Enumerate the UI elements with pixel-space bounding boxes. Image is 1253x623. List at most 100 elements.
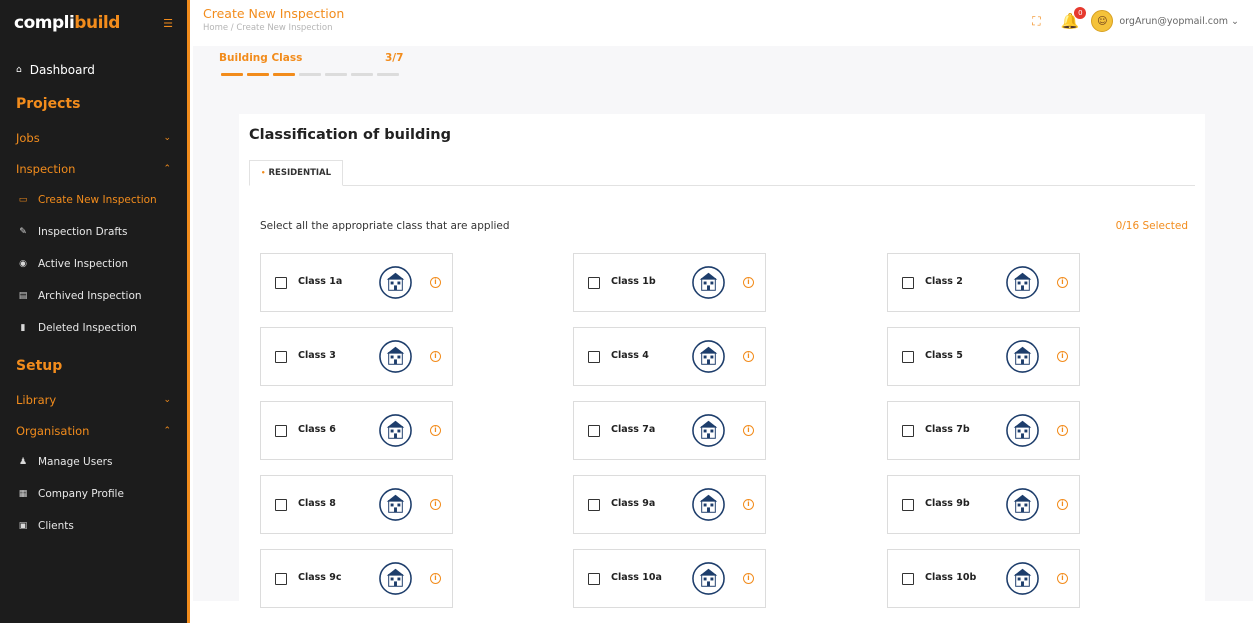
class-checkbox[interactable] xyxy=(902,573,914,585)
info-icon[interactable]: i xyxy=(1057,573,1068,584)
garage-icon xyxy=(691,561,726,596)
class-checkbox[interactable] xyxy=(275,277,287,289)
sidebar-item-label: Clients xyxy=(38,520,74,532)
class-option[interactable]: Class 9a i xyxy=(573,475,766,534)
class-option[interactable]: Class 9b i xyxy=(887,475,1080,534)
class-option[interactable]: Class 9c i xyxy=(260,549,453,608)
menu-toggle-icon[interactable]: ☰ xyxy=(163,17,173,30)
class-option[interactable]: Class 3 i xyxy=(260,327,453,386)
home-icon: ⌂ xyxy=(16,65,22,75)
class-checkbox[interactable] xyxy=(588,351,600,363)
warehouse-icon xyxy=(1005,413,1040,448)
class-label: Class 3 xyxy=(298,350,336,361)
sidebar-item-inspection[interactable]: ▭ Create New Inspection xyxy=(0,184,187,216)
class-checkbox[interactable] xyxy=(275,351,287,363)
class-checkbox[interactable] xyxy=(275,425,287,437)
class-option[interactable]: Class 10a i xyxy=(573,549,766,608)
archive-icon: ▤ xyxy=(18,291,28,301)
class-option[interactable]: Class 6 i xyxy=(260,401,453,460)
section-heading-setup: Setup xyxy=(16,358,63,374)
class-checkbox[interactable] xyxy=(588,277,600,289)
info-icon[interactable]: i xyxy=(430,573,441,584)
class-checkbox[interactable] xyxy=(902,277,914,289)
trash-icon: ▮ xyxy=(20,323,26,333)
class-option[interactable]: Class 10b i xyxy=(887,549,1080,608)
sidebar: complibuild ☰ ⌂ Dashboard Projects Jobs … xyxy=(0,0,190,623)
class-checkbox[interactable] xyxy=(902,425,914,437)
users-icon: ♟ xyxy=(18,457,28,467)
shop-icon xyxy=(378,413,413,448)
info-icon[interactable]: i xyxy=(1057,277,1068,288)
fullscreen-icon[interactable]: ⛶ xyxy=(1032,14,1040,29)
class-label: Class 10b xyxy=(925,572,977,583)
logo-text: complibuild xyxy=(14,13,120,33)
page-title: Create New Inspection xyxy=(203,6,345,21)
info-icon[interactable]: i xyxy=(430,499,441,510)
logo[interactable]: complibuild ☰ xyxy=(0,0,187,46)
sidebar-item-label: Company Profile xyxy=(38,488,124,500)
class-option[interactable]: Class 7a i xyxy=(573,401,766,460)
sidebar-item-organisation[interactable]: ▦ Company Profile xyxy=(0,478,187,510)
class-label: Class 6 xyxy=(298,424,336,435)
sidebar-item-organisation[interactable]: ♟ Manage Users xyxy=(0,446,187,478)
class-checkbox[interactable] xyxy=(902,499,914,511)
tab-residential[interactable]: • RESIDENTIAL xyxy=(249,160,343,186)
class-label: Class 7a xyxy=(611,424,656,435)
info-icon[interactable]: i xyxy=(743,573,754,584)
class-option[interactable]: Class 5 i xyxy=(887,327,1080,386)
public-building-icon xyxy=(1005,487,1040,522)
info-icon[interactable]: i xyxy=(430,277,441,288)
class-checkbox[interactable] xyxy=(588,499,600,511)
info-icon[interactable]: i xyxy=(1057,425,1068,436)
sidebar-item-label: Deleted Inspection xyxy=(38,322,137,334)
bell-icon[interactable]: 🔔 0 xyxy=(1061,7,1087,30)
class-option[interactable]: Class 7b i xyxy=(887,401,1080,460)
sidebar-item-inspection[interactable]: ✎ Inspection Drafts xyxy=(0,216,187,248)
class-checkbox[interactable] xyxy=(275,573,287,585)
company-icon: ▦ xyxy=(18,489,28,499)
class-option[interactable]: Class 8 i xyxy=(260,475,453,534)
class-option[interactable]: Class 1a i xyxy=(260,253,453,312)
progress-segment xyxy=(273,73,295,76)
info-icon[interactable]: i xyxy=(430,351,441,362)
sidebar-item-inspection[interactable]: ◉ Active Inspection xyxy=(0,248,187,280)
sidebar-item-organisation[interactable]: ▣ Clients xyxy=(0,510,187,542)
class-option[interactable]: Class 4 i xyxy=(573,327,766,386)
class-label: Class 8 xyxy=(298,498,336,509)
class-option[interactable]: Class 1b i xyxy=(573,253,766,312)
info-icon[interactable]: i xyxy=(743,425,754,436)
info-icon[interactable]: i xyxy=(743,499,754,510)
class-checkbox[interactable] xyxy=(588,573,600,585)
class-label: Class 9c xyxy=(298,572,342,583)
sidebar-item-inspection[interactable]: ▮ Deleted Inspection xyxy=(0,312,187,344)
document-icon: ▭ xyxy=(18,195,28,205)
tab-bar: • RESIDENTIAL xyxy=(249,160,1195,186)
info-icon[interactable]: i xyxy=(743,351,754,362)
tab-dot-icon: • xyxy=(261,169,266,177)
sidebar-group-library[interactable]: Library ⌄ xyxy=(0,384,187,415)
class-checkbox[interactable] xyxy=(902,351,914,363)
car-park-icon xyxy=(691,413,726,448)
house-icon xyxy=(378,265,413,300)
user-email[interactable]: orgArun@yopmail.com ⌄ xyxy=(1119,16,1239,27)
draft-icon: ✎ xyxy=(19,227,27,237)
sidebar-item-inspection[interactable]: ▤ Archived Inspection xyxy=(0,280,187,312)
sidebar-group-inspection[interactable]: Inspection ⌃ xyxy=(0,153,187,184)
class-checkbox[interactable] xyxy=(588,425,600,437)
info-icon[interactable]: i xyxy=(743,277,754,288)
info-icon[interactable]: i xyxy=(1057,499,1068,510)
class-label: Class 5 xyxy=(925,350,963,361)
class-checkbox[interactable] xyxy=(275,499,287,511)
class-option[interactable]: Class 2 i xyxy=(887,253,1080,312)
sidebar-group-organisation[interactable]: Organisation ⌃ xyxy=(0,415,187,446)
factory-icon xyxy=(378,487,413,522)
info-icon[interactable]: i xyxy=(1057,351,1068,362)
chevron-up-icon: ⌃ xyxy=(163,425,171,436)
sidebar-item-label: Inspection Drafts xyxy=(38,226,128,238)
sidebar-group-jobs[interactable]: Jobs ⌄ xyxy=(0,122,187,153)
sidebar-item-dashboard[interactable]: ⌂ Dashboard xyxy=(0,54,187,86)
info-icon[interactable]: i xyxy=(430,425,441,436)
selected-count: 0/16 Selected xyxy=(1115,220,1188,232)
sidebar-group-label: Jobs xyxy=(16,130,40,145)
avatar[interactable]: ☺ xyxy=(1091,10,1114,32)
